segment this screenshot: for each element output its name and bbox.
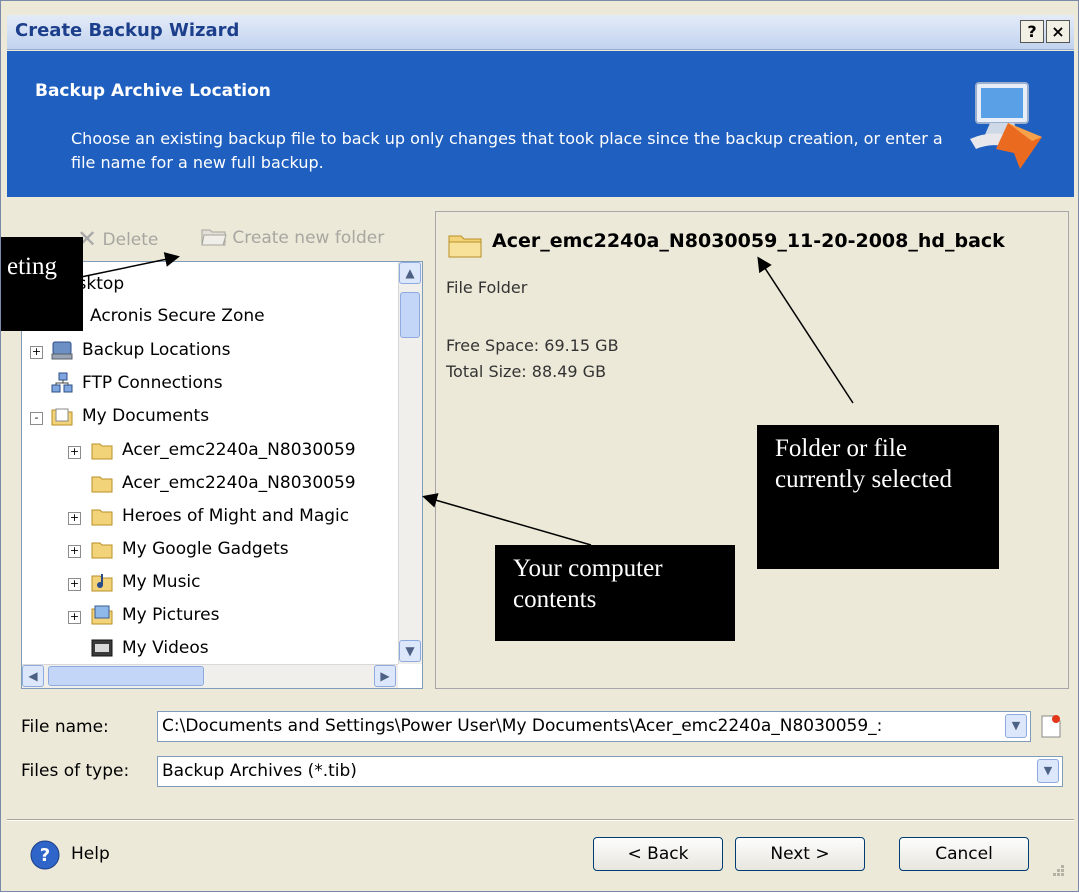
help-label: Help (71, 844, 110, 864)
file-type-value: Backup Archives (*.tib) (162, 761, 357, 781)
arrow-to-toolbar (80, 252, 180, 278)
arrow-to-selection (757, 256, 854, 404)
file-name-dropdown-icon[interactable]: ▼ (1005, 714, 1027, 738)
cancel-button[interactable]: Cancel (899, 837, 1029, 871)
arrow-to-tree (422, 493, 592, 546)
file-type-dropdown-icon[interactable]: ▼ (1037, 759, 1059, 783)
svg-text:?: ? (40, 845, 50, 866)
file-type-select[interactable]: Backup Archives (*.tib) (157, 756, 1063, 787)
resize-grip-icon[interactable] (1047, 861, 1067, 881)
wizard-window: Create Backup Wizard ? × Backup Archive … (0, 0, 1079, 892)
help-icon: ? (30, 840, 60, 870)
file-name-input[interactable]: C:\Documents and Settings\Power User\My … (157, 711, 1031, 742)
file-name-value: C:\Documents and Settings\Power User\My … (162, 716, 883, 736)
file-type-label: Files of type: (21, 761, 130, 781)
footer-divider (7, 819, 1074, 821)
next-button[interactable]: Next > (735, 837, 865, 871)
new-file-icon[interactable] (1039, 713, 1063, 739)
back-button[interactable]: < Back (593, 837, 723, 871)
file-name-label: File name: (21, 717, 109, 737)
